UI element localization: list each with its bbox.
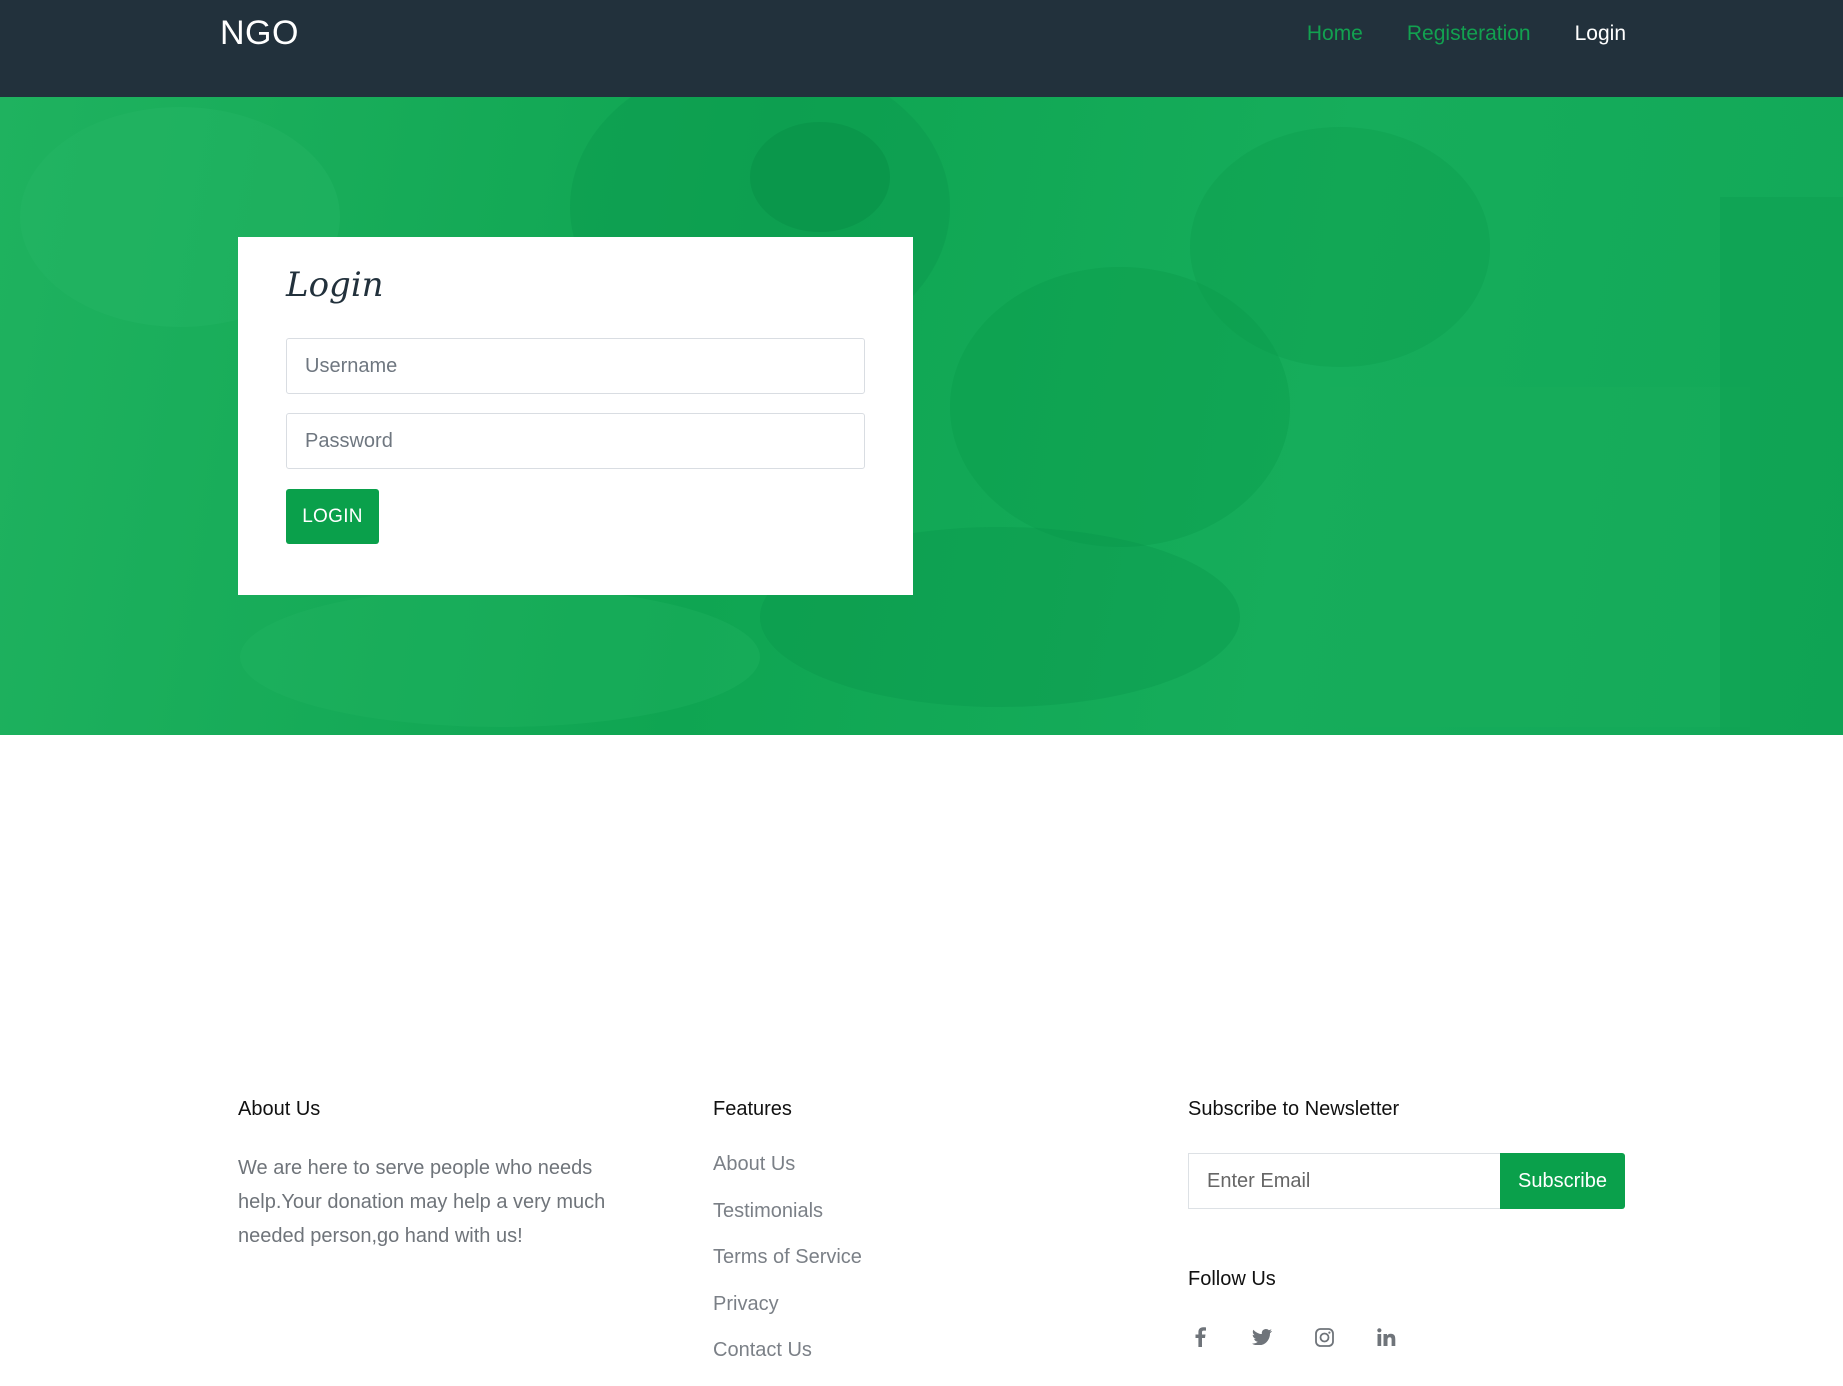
newsletter-form: Subscribe <box>1188 1153 1625 1209</box>
footer-link-about-us[interactable]: About Us <box>713 1153 795 1175</box>
brand-logo[interactable]: NGO <box>220 14 299 53</box>
twitter-icon[interactable] <box>1250 1325 1274 1349</box>
newsletter-email-input[interactable] <box>1188 1153 1500 1209</box>
footer-features-heading: Features <box>713 1098 792 1120</box>
footer-link-contact-us[interactable]: Contact Us <box>713 1339 812 1361</box>
list-item: About Us <box>713 1153 862 1200</box>
list-item: Testimonials <box>713 1200 862 1247</box>
footer-link-testimonials[interactable]: Testimonials <box>713 1200 823 1222</box>
password-input[interactable] <box>286 413 865 469</box>
footer-link-privacy[interactable]: Privacy <box>713 1293 779 1315</box>
hero-banner: Login LOGIN <box>0 97 1843 735</box>
nav-link-home[interactable]: Home <box>1307 22 1363 46</box>
nav-links: Home Registeration Login <box>1307 22 1626 46</box>
footer-about-text: We are here to serve people who needs he… <box>238 1157 606 1247</box>
social-icons <box>1188 1325 1398 1349</box>
footer-about-heading: About Us <box>238 1098 321 1120</box>
navbar: NGO Home Registeration Login <box>0 0 1843 97</box>
list-item: Terms of Service <box>713 1246 862 1293</box>
login-button[interactable]: LOGIN <box>286 489 379 544</box>
nav-link-login[interactable]: Login <box>1575 22 1626 46</box>
list-item: Contact Us <box>713 1339 862 1386</box>
footer-follow-heading: Follow Us <box>1188 1268 1276 1290</box>
list-item: Privacy <box>713 1293 862 1340</box>
facebook-icon[interactable] <box>1188 1325 1212 1349</box>
username-input[interactable] <box>286 338 865 394</box>
footer-link-terms-of-service[interactable]: Terms of Service <box>713 1246 862 1268</box>
nav-link-registeration[interactable]: Registeration <box>1407 22 1531 46</box>
footer-newsletter-heading: Subscribe to Newsletter <box>1188 1098 1400 1120</box>
linkedin-icon[interactable] <box>1374 1325 1398 1349</box>
login-card: Login LOGIN <box>238 237 913 595</box>
subscribe-button[interactable]: Subscribe <box>1500 1153 1625 1209</box>
instagram-icon[interactable] <box>1312 1325 1336 1349</box>
login-title: Login <box>286 265 384 305</box>
footer-features-list: About Us Testimonials Terms of Service P… <box>713 1153 862 1386</box>
